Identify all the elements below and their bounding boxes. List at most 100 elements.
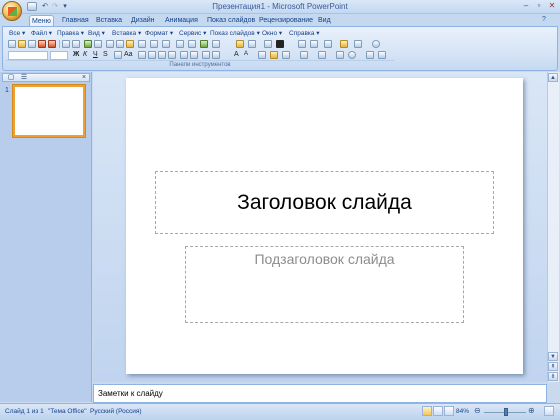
office-logo-icon [8,7,17,16]
slide-title: Заголовок слайда [237,190,412,214]
thumbnail-number: 1 [5,87,9,94]
fill-color-icon[interactable] [366,51,374,59]
language-indicator[interactable]: Русский (Россия) [90,408,142,415]
menu-window[interactable]: Окно ▾ [262,29,282,38]
folder-icon[interactable] [340,40,348,48]
cut-icon[interactable] [106,40,114,48]
permission-icon[interactable] [38,40,46,48]
menu-insert[interactable]: Вставка ▾ [112,29,141,38]
italic-icon[interactable]: К [83,51,87,58]
new-icon[interactable] [8,40,16,48]
help-icon[interactable]: ? [542,16,552,25]
hyperlink-icon[interactable] [176,40,184,48]
save-file-icon[interactable] [28,40,36,48]
slide-layout-icon[interactable] [310,40,318,48]
draw-icon[interactable] [300,51,308,59]
font-color-icon[interactable] [282,51,290,59]
redo-toolbar-icon[interactable] [162,40,170,48]
outline-tab-icon[interactable]: ☰ [19,74,29,82]
open-icon[interactable] [18,40,26,48]
menu-file[interactable]: Файл ▾ [31,29,52,38]
slide-sorter-icon[interactable] [433,406,443,416]
text-box-icon[interactable] [324,40,332,48]
align-center-icon[interactable] [148,51,156,59]
autoshapes-icon[interactable] [318,51,326,59]
subtitle-placeholder[interactable]: Подзаголовок слайда [185,246,464,323]
line-spacing-icon[interactable] [258,51,266,59]
expand-icon[interactable] [264,40,272,48]
notes-pane[interactable]: Заметки к слайду [93,384,547,403]
title-placeholder[interactable]: Заголовок слайда [155,171,494,234]
menu-format[interactable]: Формат ▾ [145,29,173,38]
slide-thumbnail[interactable] [13,85,85,137]
office-button[interactable] [2,1,22,21]
slideshow-view-icon[interactable] [444,406,454,416]
theme-name: "Тема Office" [48,408,87,415]
new-slide-icon[interactable] [212,40,220,48]
bold-icon[interactable]: Ж [73,51,79,58]
numbering-icon[interactable] [180,51,188,59]
underline-icon[interactable]: Ч [93,51,98,58]
help-toolbar-icon[interactable] [372,40,380,48]
bullets-icon[interactable] [190,51,198,59]
close-icon[interactable]: ✕ [546,1,558,11]
zoom-slider-thumb[interactable] [504,408,508,416]
window-title: Презентация1 - Microsoft PowerPoint [212,2,348,11]
line-icon[interactable] [336,51,344,59]
grayscale-icon[interactable] [248,40,256,48]
close-pane-icon[interactable]: × [79,74,89,82]
align-right-icon[interactable] [158,51,166,59]
font-size-combo[interactable] [50,51,68,60]
subscript-icon[interactable] [114,51,122,59]
vertical-scrollbar[interactable] [547,72,559,382]
menu-help[interactable]: Справка ▾ [289,29,320,38]
undo-toolbar-icon[interactable] [150,40,158,48]
scroll-down-icon[interactable]: ▼ [548,352,558,361]
copy-icon[interactable] [116,40,124,48]
zoom-level[interactable]: 84% [456,408,469,415]
font-size-up-icon[interactable]: A [234,51,239,58]
menu-slideshow[interactable]: Показ слайдов ▾ [210,29,260,38]
fit-slide-icon[interactable] [544,406,554,416]
print-preview-icon[interactable] [72,40,80,48]
previous-slide-icon[interactable]: ⇞ [548,362,558,371]
print-icon[interactable] [62,40,70,48]
font-combo[interactable] [8,51,48,60]
find-icon[interactable] [354,40,362,48]
zoom-in-icon[interactable]: ⊕ [528,406,535,415]
menu-tools[interactable]: Сервис ▾ [179,29,206,38]
next-slide-icon[interactable]: ⇟ [548,372,558,381]
shadow-icon[interactable]: S [103,51,108,58]
paste-icon[interactable] [126,40,134,48]
decrease-indent-icon[interactable] [202,51,210,59]
email-icon[interactable] [48,40,56,48]
pane-tab-strip: ▢ ☰ × [2,73,90,82]
menu-edit[interactable]: Правка ▾ [57,29,84,38]
scroll-up-icon[interactable]: ▲ [548,73,558,82]
research-icon[interactable] [94,40,102,48]
zoom-out-icon[interactable]: ⊖ [474,406,481,415]
group-label: Панели инструментов [169,62,231,68]
align-left-icon[interactable] [138,51,146,59]
restore-icon[interactable]: ▫ [533,1,545,11]
slides-tab-icon[interactable]: ▢ [6,74,16,82]
font-grow-icon[interactable]: Aa [124,51,133,58]
slide-design-icon[interactable] [298,40,306,48]
insert-picture-icon[interactable] [236,40,244,48]
tables-icon[interactable] [188,40,196,48]
normal-view-icon[interactable] [422,406,432,416]
format-painter-icon[interactable] [138,40,146,48]
chart-icon[interactable] [200,40,208,48]
increase-indent-icon[interactable] [212,51,220,59]
slide-counter: Слайд 1 из 1 [5,408,44,415]
spelling-icon[interactable] [84,40,92,48]
color-icon[interactable] [276,40,284,48]
oval-icon[interactable] [348,51,356,59]
menu-all[interactable]: Все ▾ [9,29,25,38]
line-color-icon[interactable] [378,51,386,59]
font-size-down-icon[interactable]: A [244,51,248,57]
menu-view[interactable]: Вид ▾ [88,29,105,38]
highlight-icon[interactable] [270,51,278,59]
minimize-icon[interactable]: – [520,1,532,11]
justify-icon[interactable] [168,51,176,59]
